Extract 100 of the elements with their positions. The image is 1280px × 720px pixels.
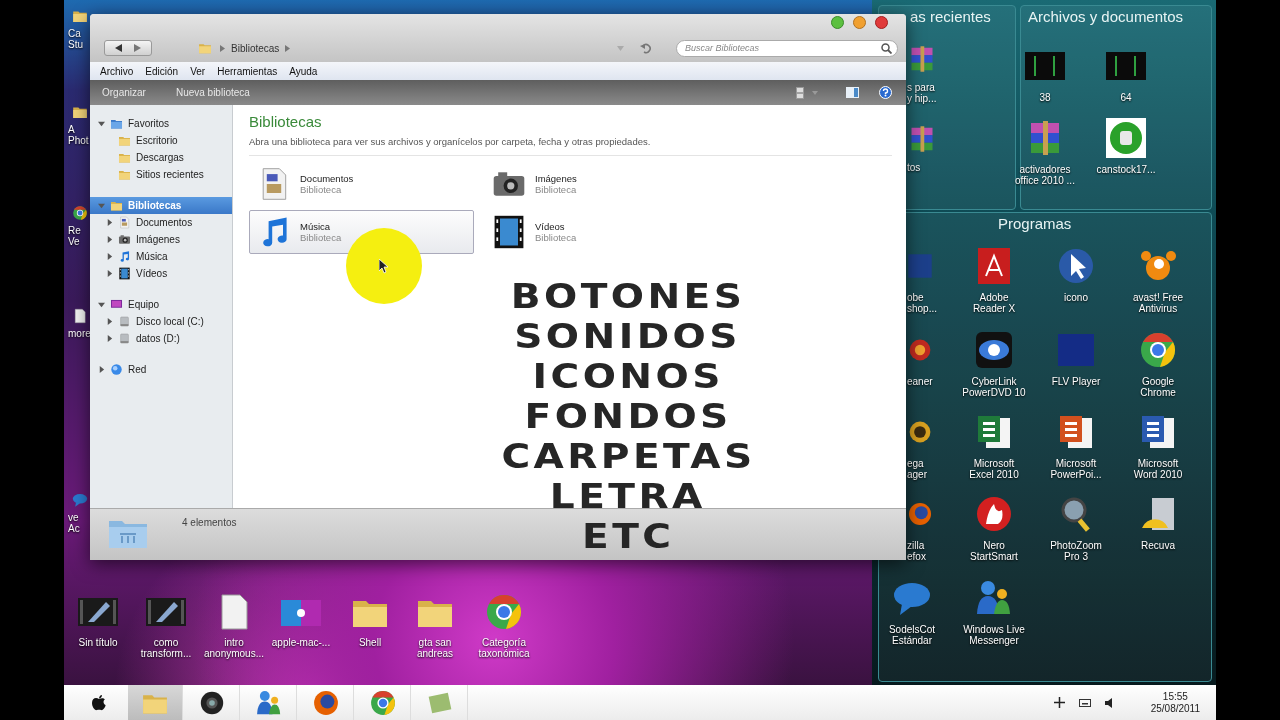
- camera-icon: [117, 233, 132, 246]
- nav-item[interactable]: Bibliotecas: [90, 197, 232, 214]
- folder-icon: [109, 117, 124, 130]
- expand-arrow-icon[interactable]: [98, 301, 105, 308]
- icon-label: apple-mac-...: [271, 637, 331, 648]
- icon-label: 64: [1120, 92, 1132, 103]
- nav-item[interactable]: Escritorio: [90, 132, 232, 149]
- nav-item[interactable]: Imágenes: [90, 231, 232, 248]
- drive-icon: [117, 315, 132, 328]
- icon-label: avast! Free: [1133, 292, 1183, 303]
- cursor-icon: [379, 258, 389, 274]
- icon-label: FLV Player: [1051, 376, 1101, 387]
- drive-icon: [117, 332, 132, 345]
- icon-label: transform...: [140, 648, 192, 659]
- icon-label: Nero: [983, 540, 1005, 551]
- menu-item[interactable]: Ver: [184, 65, 212, 77]
- refresh-icon[interactable]: [640, 42, 652, 54]
- library-item[interactable]: Vídeos Biblioteca: [484, 210, 709, 254]
- command-button[interactable]: Organizar: [102, 87, 146, 98]
- icon-label: PhotoZoom: [1050, 540, 1102, 551]
- page-description: Abra una biblioteca para ver sus archivos y organícelos por carpeta, fecha y otras propiedades.: [249, 136, 652, 147]
- icon-label: s para: [907, 82, 935, 93]
- icon-label: more: [67, 328, 91, 339]
- nav-item[interactable]: Favoritos: [90, 115, 232, 132]
- expand-arrow-icon[interactable]: [98, 366, 105, 373]
- icon-label: Adobe: [979, 292, 1009, 303]
- icon-label: efox: [907, 551, 926, 562]
- caption-line: ETC: [581, 516, 675, 556]
- chrome-icon: [72, 205, 88, 221]
- nav-item[interactable]: Red: [90, 361, 232, 378]
- icon-label: 38: [1039, 92, 1051, 103]
- clock-date: 25/08/2011: [1150, 702, 1200, 715]
- plus-icon[interactable]: [1053, 697, 1065, 708]
- caption-line: LETRA: [550, 476, 706, 516]
- expand-arrow-icon[interactable]: [106, 318, 113, 325]
- minimize-button[interactable]: [853, 16, 866, 29]
- close-button[interactable]: [875, 16, 888, 29]
- nav-item[interactable]: Disco local (C:): [90, 313, 232, 330]
- help-icon[interactable]: [879, 86, 892, 99]
- library-item[interactable]: Imágenes Biblioteca: [484, 162, 709, 206]
- firefox-icon: [312, 688, 340, 717]
- back-forward-buttons[interactable]: [104, 40, 152, 56]
- chrome-icon: [1138, 330, 1178, 370]
- icon-label: SodelsCot: [888, 624, 936, 635]
- keyboard-icon[interactable]: [1078, 698, 1091, 707]
- nav-item[interactable]: Equipo: [90, 296, 232, 313]
- nav-item[interactable]: Vídeos: [90, 265, 232, 282]
- icon-label: Antivirus: [1138, 303, 1178, 314]
- folder-icon: [117, 151, 132, 164]
- icon-label: Phot: [67, 135, 89, 146]
- nav-item[interactable]: Sitios recientes: [90, 166, 232, 183]
- icon-label: Categoría: [482, 637, 526, 648]
- icon-label: zilla: [907, 540, 925, 551]
- menu-item[interactable]: Ayuda: [283, 65, 324, 77]
- icon-label: eaner: [907, 376, 933, 387]
- folder-icon: [196, 41, 214, 55]
- volume-icon[interactable]: [1104, 697, 1115, 708]
- icon-label: Ve: [67, 236, 80, 247]
- film-icon: [117, 267, 132, 280]
- icon-label: Google: [1141, 376, 1175, 387]
- chrome-icon: [484, 592, 524, 632]
- apple-icon[interactable]: [92, 694, 106, 711]
- menu-item[interactable]: Herramientas: [211, 65, 284, 77]
- icon-label: icono: [1064, 292, 1088, 303]
- caption-line: FONDOS: [524, 396, 732, 436]
- expand-arrow-icon[interactable]: [106, 236, 113, 243]
- nav-item[interactable]: Música: [90, 248, 232, 265]
- nav-item[interactable]: Documentos: [90, 214, 232, 231]
- icon-label: Excel 2010: [969, 469, 1019, 480]
- icon-label: gta san: [418, 637, 452, 648]
- library-item[interactable]: Documentos Biblioteca: [249, 162, 474, 206]
- preview-pane-icon[interactable]: [846, 87, 859, 98]
- breadcrumb-item[interactable]: Bibliotecas: [231, 42, 280, 54]
- icon-label: taxonómica: [478, 648, 530, 659]
- eye-icon: [974, 330, 1014, 370]
- nav-item[interactable]: datos (D:): [90, 330, 232, 347]
- icon-label: Pro 3: [1064, 551, 1088, 562]
- icon-label: Word 2010: [1133, 469, 1183, 480]
- search-field[interactable]: Buscar Bibliotecas: [676, 39, 898, 57]
- expand-arrow-icon[interactable]: [106, 219, 113, 226]
- page-heading: Bibliotecas: [249, 113, 323, 130]
- expand-arrow-icon[interactable]: [106, 270, 113, 277]
- menu-item[interactable]: Edición: [139, 65, 185, 77]
- folder-icon: [117, 168, 132, 181]
- icon-label: PowerPoi...: [1050, 469, 1102, 480]
- expand-arrow-icon[interactable]: [106, 335, 113, 342]
- icon-label: Shell: [358, 637, 382, 648]
- expand-arrow-icon[interactable]: [106, 253, 113, 260]
- command-button[interactable]: Nueva biblioteca: [175, 87, 250, 98]
- folder-icon: [109, 199, 124, 212]
- nav-item[interactable]: Descargas: [90, 149, 232, 166]
- expand-arrow-icon[interactable]: [98, 120, 105, 127]
- icon-label: Messenger: [969, 635, 1019, 646]
- document-icon: [72, 308, 88, 324]
- view-icon[interactable]: [796, 86, 804, 99]
- menu-item[interactable]: Archivo: [94, 65, 140, 77]
- people-icon: [255, 688, 283, 717]
- maximize-button[interactable]: [831, 16, 844, 29]
- icon-label: Re: [67, 225, 81, 236]
- chevron-icon: [220, 44, 225, 52]
